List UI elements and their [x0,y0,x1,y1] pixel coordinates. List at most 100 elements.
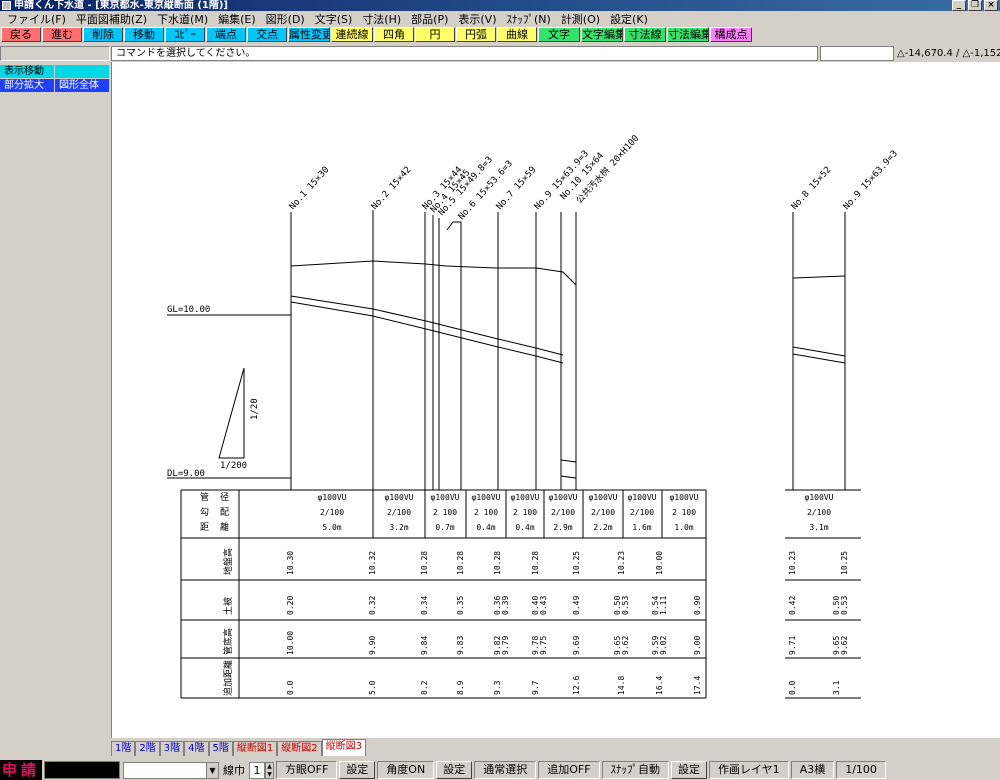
stepper-up-icon[interactable]: ▲ [266,763,273,771]
dl-label: DL=9.00 [167,469,205,479]
sheet-tab[interactable]: 4階 [184,741,209,756]
line-width-stepper[interactable]: ▲ ▼ [265,761,274,779]
command-button[interactable]: 四角 [374,27,414,42]
command-button[interactable]: 構成点 [710,27,752,42]
angle-toggle[interactable]: 角度ON [377,761,435,779]
command-button[interactable]: 円 [415,27,455,42]
menu-item[interactable]: 寸法(H) [357,11,406,27]
grid-toggle[interactable]: 方眼OFF [276,761,338,779]
zoom-all-button[interactable]: 図形全体 [55,79,109,92]
slope-triangle [218,367,245,459]
command-button[interactable]: 削除 [83,27,123,42]
coordinate-input[interactable] [820,46,894,61]
row-header-char: 勾 [200,506,209,518]
menu-item[interactable]: ｽﾅｯﾌﾟ(N) [502,11,556,27]
gl-label: GL=10.00 [167,305,210,315]
line-width-input[interactable]: 1 [249,761,265,779]
scale-field[interactable]: 1/100 [836,761,886,779]
zoom-partial-button[interactable]: 部分拡大 [0,79,54,92]
command-button[interactable]: 円弧 [456,27,496,42]
invert-value: 9.75 [539,636,548,655]
pan-button[interactable]: 表示移動 [0,65,54,78]
command-button[interactable]: 属性変更 [288,27,330,42]
prompt-row: コマンドを選択してください。 △-14,670.4 / △-1,152.3 [0,46,1000,61]
cumulative-value: 16.4 [655,676,664,695]
command-button[interactable]: 交点 [247,27,287,42]
menu-item[interactable]: 設定(K) [605,11,653,27]
menu-item[interactable]: 編集(E) [213,11,261,27]
invert-value: 9.71 [788,636,797,655]
angle-settings-button[interactable]: 設定 [436,761,473,779]
pan-button-extra[interactable] [55,65,109,78]
invert-value: 9.02 [659,636,668,655]
cover-value: 0.90 [693,596,702,615]
snap-mode[interactable]: ｽﾅｯﾌﾟ自動 [601,761,670,779]
close-button[interactable]: × [984,0,998,11]
sheet-tab[interactable]: 縦断図3 [321,739,366,756]
command-button[interactable]: 移動 [124,27,164,42]
command-button[interactable]: 寸法線 [624,27,666,42]
linetype-select[interactable]: ▼ [123,761,219,779]
menu-item[interactable]: 表示(V) [453,11,501,27]
cumulative-value: 14.8 [617,676,626,695]
pipe-dia-label: φ100VU [628,493,657,502]
layer-field[interactable]: 作画レイヤ1 [709,761,789,779]
manhole-label: No.2 15×42 [370,165,414,212]
drawing-canvas[interactable]: GL=10.00 DL=9.00 1/20 1/200 No.1 15×30 N… [111,62,1000,738]
row-headers: 管 勾 距 径 配 離 地盤高 土被 管底高 追加距離 [200,491,234,696]
pipe-slope-label: 2/100 [551,508,575,517]
cover-value: 0.35 [456,596,465,615]
sheet-tab[interactable]: 3階 [159,741,185,756]
restore-button[interactable]: ❐ [968,0,982,11]
snap-settings-button[interactable]: 設定 [671,761,708,779]
command-button[interactable]: ｺﾋﾟｰ [165,27,205,42]
add-toggle[interactable]: 追加OFF [538,761,600,779]
slope-vertical-label: 1/20 [250,398,260,420]
invert-value: 9.69 [572,636,581,655]
cumulative-value: 9.7 [531,680,540,695]
drawing-labels: GL=10.00 DL=9.00 1/20 1/200 No.1 15×30 N… [167,132,900,479]
invert-value: 9.62 [840,636,849,655]
command-button[interactable]: 文字 [538,27,580,42]
command-button[interactable]: 寸法編集 [667,27,709,42]
sheet-tab[interactable]: 2階 [135,741,160,756]
app-window: 申請くん下水道 - [東京都水-東京縦断面 (1階)] _ ❐ × ファイル(F… [0,0,1000,780]
menu-item[interactable]: 計測(O) [556,11,605,27]
paper-size-field[interactable]: A3横 [790,761,835,779]
pipe-slope-label: 2 100 [433,508,457,517]
command-button[interactable]: 戻る [1,27,41,42]
window-title: 申請くん下水道 - [東京都水-東京縦断面 (1階)] [14,0,228,11]
menu-item[interactable]: 部品(P) [406,11,453,27]
menu-item[interactable]: 平面図補助(Z) [71,11,152,27]
ground-value: 10.28 [493,551,502,575]
command-button[interactable]: 連続線 [331,27,373,42]
cumulative-value: 12.6 [572,676,581,695]
status-bar: 申請 ▼ 線巾 1 ▲ ▼ 方眼OFF 設定 角度ON 設定 通常選択 追加OFF… [0,760,1000,780]
sheet-tab[interactable]: 縦断図2 [277,741,322,756]
command-button[interactable]: 進む [42,27,82,42]
row-header-cover: 土被 [222,597,234,615]
color-swatch[interactable] [44,761,120,779]
minimize-button[interactable]: _ [952,0,966,11]
menu-item[interactable]: ファイル(F) [2,11,71,27]
menu-item[interactable]: 図形(D) [261,11,310,27]
command-button[interactable]: 曲線 [497,27,537,42]
title-bar: 申請くん下水道 - [東京都水-東京縦断面 (1階)] _ ❐ × [0,0,1000,11]
grid-settings-button[interactable]: 設定 [339,761,376,779]
sheet-tab[interactable]: 縦断図1 [232,741,278,756]
command-button[interactable]: 文字編集 [581,27,623,42]
sheet-tab[interactable]: 5階 [208,741,233,756]
select-mode[interactable]: 通常選択 [474,761,537,779]
cover-value: 0.53 [621,596,630,615]
row-header-char: 径 [220,491,229,503]
stepper-down-icon[interactable]: ▼ [266,771,273,779]
chevron-down-icon[interactable]: ▼ [206,762,218,778]
ground-value: 10.28 [531,551,540,575]
invert-value: 9.84 [420,636,429,655]
menu-item[interactable]: 文字(S) [310,11,358,27]
ground-value: 10.32 [368,551,377,575]
invert-value: 9.00 [693,636,702,655]
menu-item[interactable]: 下水道(M) [152,11,213,27]
command-button[interactable]: 端点 [206,27,246,42]
sheet-tab[interactable]: 1階 [111,741,136,756]
